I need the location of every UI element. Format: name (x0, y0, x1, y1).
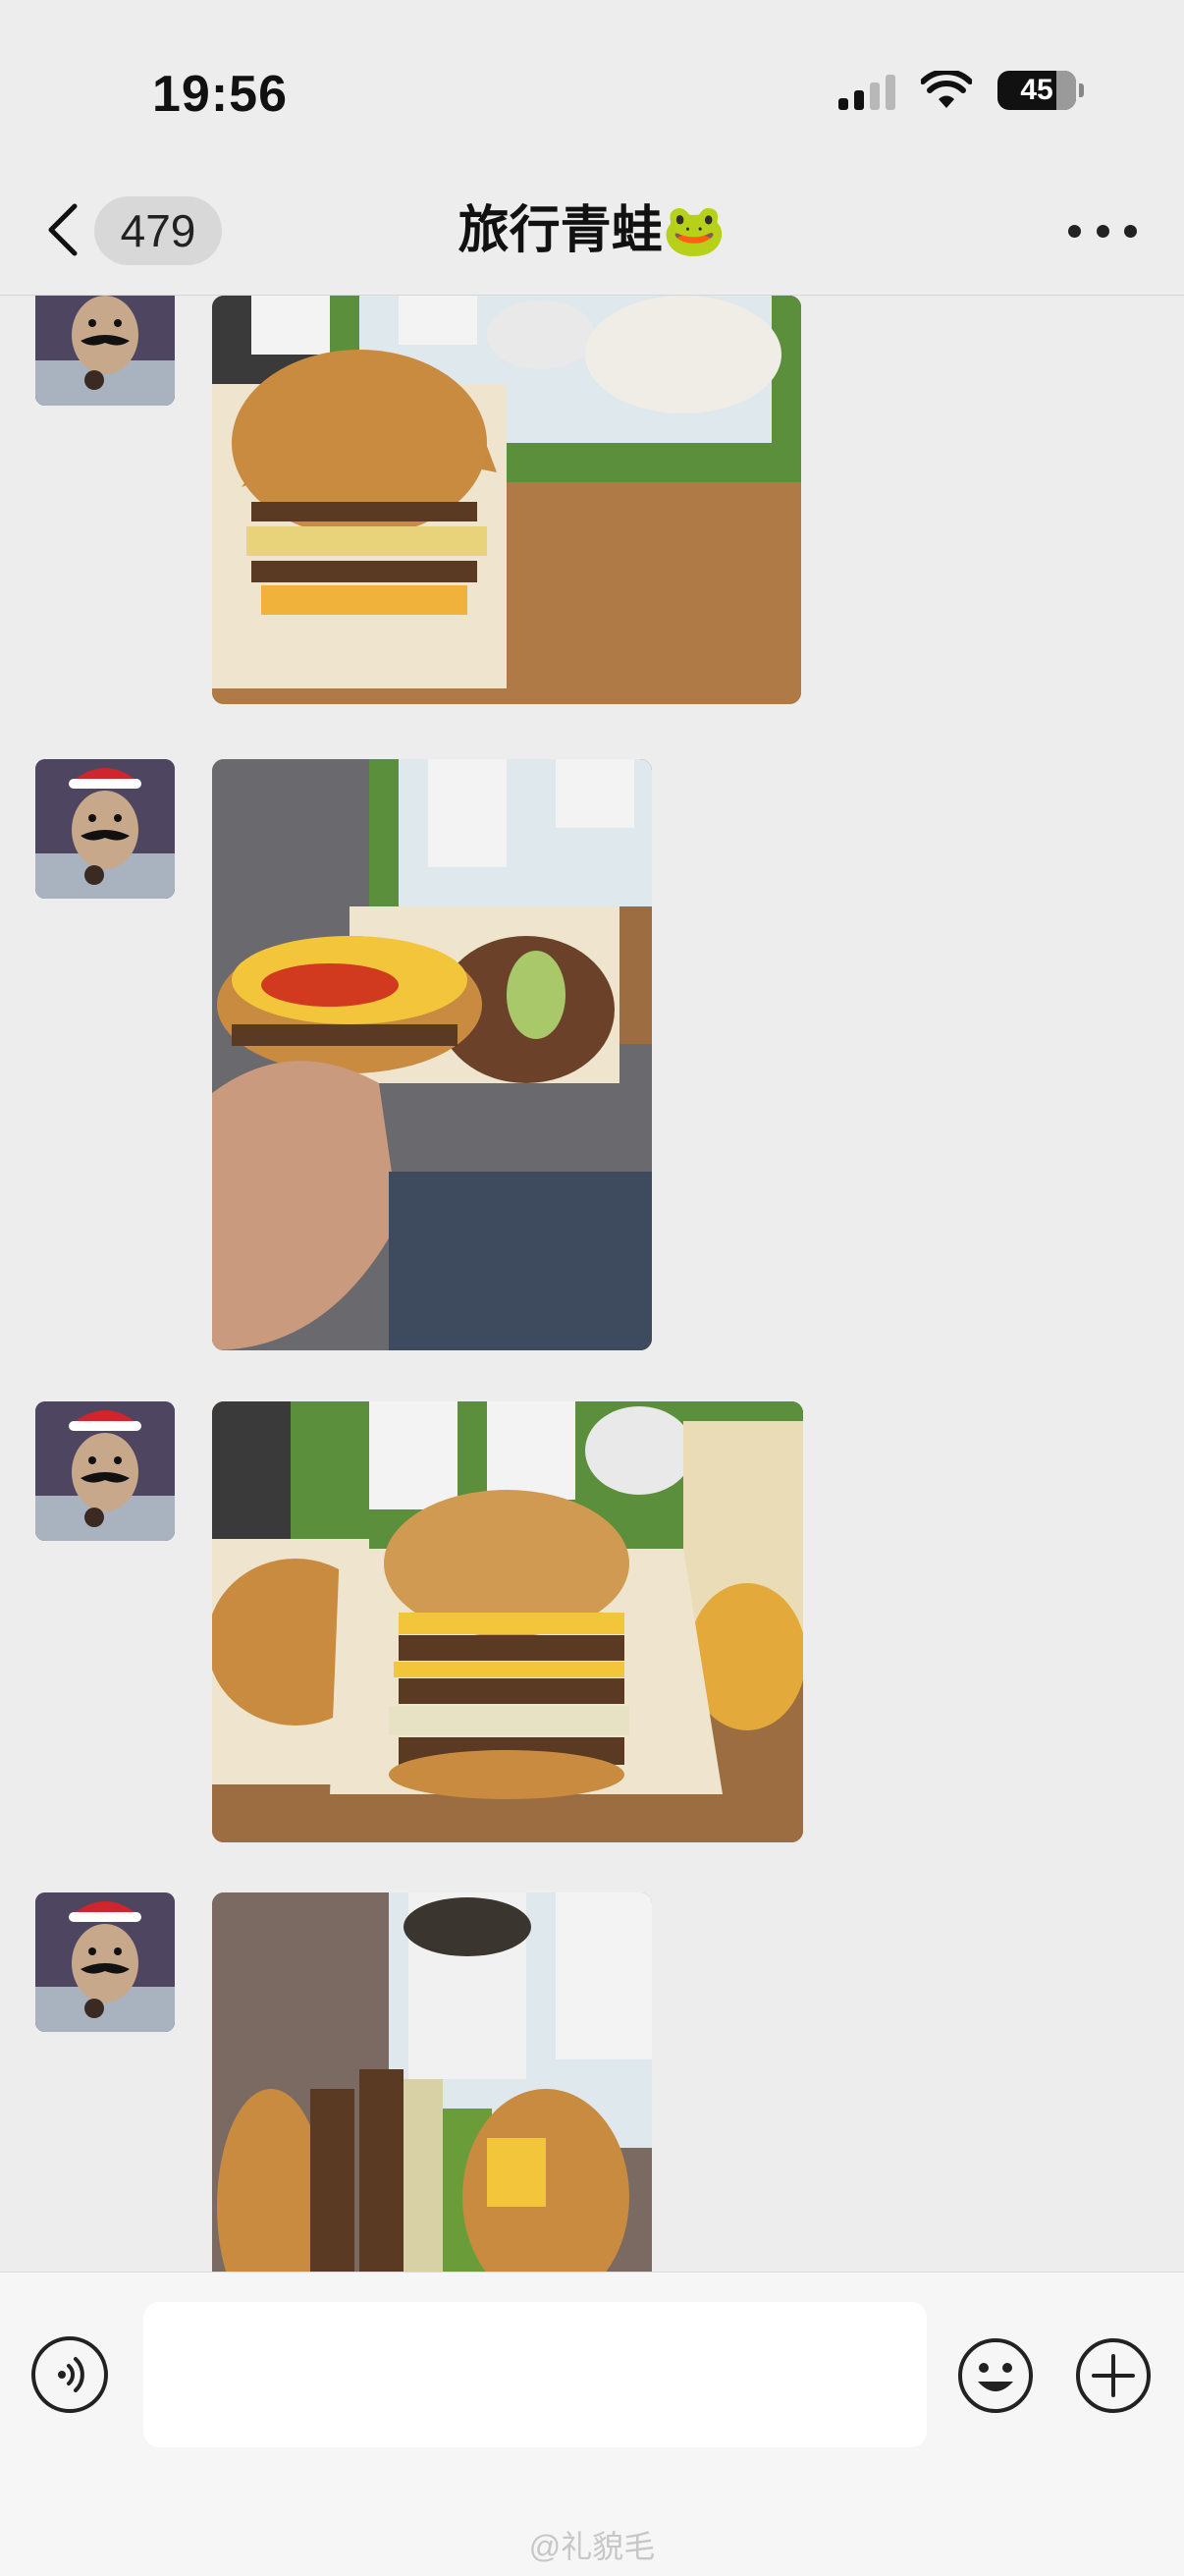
photo-burger-in-hand[interactable] (212, 759, 652, 1350)
avatar[interactable] (35, 296, 175, 406)
weibo-watermark: @礼貌毛 (528, 2529, 656, 2564)
status-bar: 19:56 45 (0, 0, 1184, 167)
status-time: 19:56 (152, 66, 288, 123)
status-icons: 45 (838, 71, 1084, 110)
voice-input-icon[interactable] (31, 2336, 108, 2413)
avatar[interactable] (35, 1892, 175, 2032)
battery-level: 45 (1020, 74, 1053, 106)
photo-triple-burger[interactable] (212, 1401, 803, 1842)
message-input[interactable] (143, 2302, 927, 2447)
avatar[interactable] (35, 1401, 175, 1541)
chat-title: 旅行青蛙🐸 (457, 202, 727, 259)
more-options-icon[interactable] (1068, 206, 1137, 255)
emoji-icon[interactable] (956, 2336, 1035, 2415)
message-list[interactable] (0, 296, 1184, 2272)
wifi-icon (921, 71, 972, 108)
add-more-icon[interactable] (1074, 2336, 1153, 2415)
avatar[interactable] (35, 759, 175, 899)
cellular-signal-icon (838, 71, 895, 110)
chat-header: 479 旅行青蛙🐸 (0, 167, 1184, 296)
photo-burger-tray[interactable] (212, 296, 801, 704)
photo-burger-side[interactable] (212, 1892, 652, 2272)
battery-icon: 45 (997, 71, 1084, 110)
